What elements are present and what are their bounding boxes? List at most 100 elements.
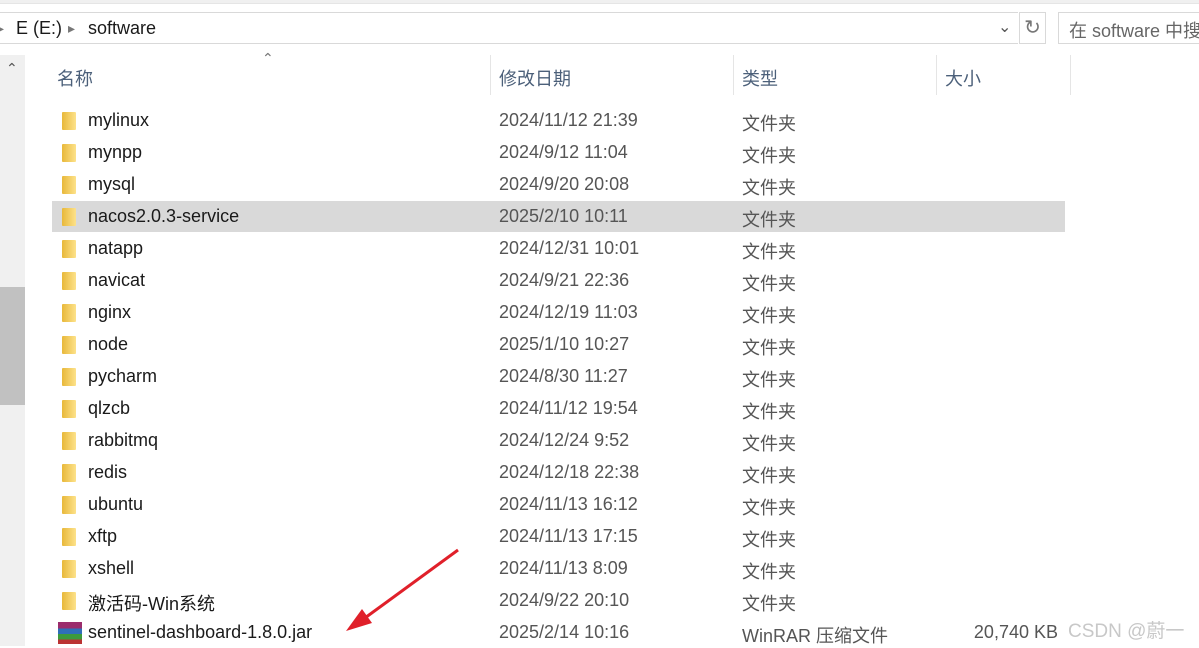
file-row[interactable]: 激活码-Win系统 2024/9/22 20:10 文件夹: [52, 585, 1065, 616]
modified-date: 2025/2/10 10:11: [499, 206, 628, 226]
file-name: sentinel-dashboard-1.8.0.jar: [88, 622, 313, 642]
file-row[interactable]: navicat 2024/9/21 22:36 文件夹: [52, 265, 1065, 296]
file-type: 文件夹: [742, 562, 796, 582]
file-row[interactable]: mylinux 2024/11/12 21:39 文件夹: [52, 105, 1065, 136]
modified-date: 2024/9/12 11:04: [499, 142, 628, 162]
column-header-date[interactable]: 修改日期: [499, 65, 571, 91]
modified-date: 2024/11/12 21:39: [499, 110, 638, 130]
folder-icon: [62, 240, 76, 258]
chevron-down-icon[interactable]: ⌄: [998, 17, 1011, 37]
modified-date: 2025/2/14 10:16: [499, 622, 630, 642]
file-name: xshell: [88, 558, 135, 578]
modified-date: 2024/12/31 10:01: [499, 238, 640, 258]
file-type: 文件夹: [742, 402, 796, 422]
refresh-button[interactable]: ↻: [1019, 12, 1046, 44]
column-divider[interactable]: [733, 55, 734, 95]
column-header-size[interactable]: 大小: [945, 65, 981, 91]
file-name: nginx: [88, 302, 132, 322]
file-name: xftp: [88, 526, 118, 546]
folder-icon: [62, 528, 76, 546]
file-type: 文件夹: [742, 242, 796, 262]
file-row[interactable]: sentinel-dashboard-1.8.0.jar 2025/2/14 1…: [52, 617, 1065, 648]
column-divider[interactable]: [1070, 55, 1071, 95]
folder-icon: [62, 432, 76, 450]
file-row[interactable]: pycharm 2024/8/30 11:27 文件夹: [52, 361, 1065, 392]
file-row[interactable]: ubuntu 2024/11/13 16:12 文件夹: [52, 489, 1065, 520]
folder-icon: [62, 304, 76, 322]
red-arrow-annotation: [346, 548, 459, 631]
file-type: 文件夹: [742, 434, 796, 454]
file-row[interactable]: node 2025/1/10 10:27 文件夹: [52, 329, 1065, 360]
file-type: 文件夹: [742, 370, 796, 390]
folder-icon: [62, 272, 76, 290]
modified-date: 2024/9/21 22:36: [499, 270, 630, 290]
file-row[interactable]: xshell 2024/11/13 8:09 文件夹: [52, 553, 1065, 584]
file-row[interactable]: natapp 2024/12/31 10:01 文件夹: [52, 233, 1065, 264]
file-row[interactable]: redis 2024/12/18 22:38 文件夹: [52, 457, 1065, 488]
file-row[interactable]: xftp 2024/11/13 17:15 文件夹: [52, 521, 1065, 552]
file-name: mynpp: [88, 142, 143, 162]
modified-date: 2024/9/20 20:08: [499, 174, 630, 194]
watermark: CSDN @蔚一: [1068, 621, 1185, 642]
file-type: 文件夹: [742, 178, 796, 198]
file-name: qlzcb: [88, 398, 131, 418]
file-name: pycharm: [88, 366, 158, 386]
file-name: natapp: [88, 238, 144, 258]
file-row[interactable]: nginx 2024/12/19 11:03 文件夹: [52, 297, 1065, 328]
folder-icon: [62, 336, 76, 354]
file-type: 文件夹: [742, 210, 796, 230]
file-type: 文件夹: [742, 530, 796, 550]
modified-date: 2025/1/10 10:27: [499, 334, 630, 354]
scrollbar-thumb[interactable]: [0, 287, 25, 405]
file-name: mylinux: [88, 110, 150, 130]
file-type: 文件夹: [742, 146, 796, 166]
folder-icon: [62, 144, 76, 162]
folder-icon: [62, 176, 76, 194]
file-type: 文件夹: [742, 274, 796, 294]
folder-icon: [62, 400, 76, 418]
file-type: 文件夹: [742, 306, 796, 326]
file-type: 文件夹: [742, 114, 796, 134]
folder-icon: [62, 112, 76, 130]
file-row[interactable]: rabbitmq 2024/12/24 9:52 文件夹: [52, 425, 1065, 456]
column-header-type[interactable]: 类型: [742, 65, 778, 91]
chevron-right-icon[interactable]: ▸: [68, 20, 75, 37]
file-row[interactable]: nacos2.0.3-service 2025/2/10 10:11 文件夹: [52, 201, 1065, 232]
file-type: 文件夹: [742, 338, 796, 358]
modified-date: 2024/12/24 9:52: [499, 430, 630, 450]
file-row[interactable]: mynpp 2024/9/12 11:04 文件夹: [52, 137, 1065, 168]
modified-date: 2024/11/13 8:09: [499, 558, 628, 578]
file-name: navicat: [88, 270, 146, 290]
file-row[interactable]: mysql 2024/9/20 20:08 文件夹: [52, 169, 1065, 200]
breadcrumb-drive[interactable]: E (E:): [16, 18, 62, 39]
file-type: WinRAR 压缩文件: [742, 626, 889, 646]
folder-icon: [62, 592, 76, 610]
search-input[interactable]: 在 software 中搜: [1058, 12, 1199, 44]
file-size: 20,740 KB: [973, 622, 1058, 642]
column-header-name[interactable]: 名称: [57, 65, 93, 91]
folder-icon: [62, 208, 76, 226]
file-type: 文件夹: [742, 498, 796, 518]
file-type: 文件夹: [742, 466, 796, 486]
scroll-up-icon[interactable]: ⌃: [6, 60, 18, 77]
modified-date: 2024/11/12 19:54: [499, 398, 638, 418]
modified-date: 2024/8/30 11:27: [499, 366, 628, 386]
breadcrumb-folder[interactable]: software: [88, 18, 156, 39]
modified-date: 2024/11/13 16:12: [499, 494, 638, 514]
modified-date: 2024/12/19 11:03: [499, 302, 638, 322]
modified-date: 2024/12/18 22:38: [499, 462, 640, 482]
column-divider[interactable]: [490, 55, 491, 95]
modified-date: 2024/11/13 17:15: [499, 526, 638, 546]
file-name: node: [88, 334, 129, 354]
modified-date: 2024/9/22 20:10: [499, 590, 630, 610]
chevron-right-icon[interactable]: ▸: [0, 20, 4, 37]
file-name: nacos2.0.3-service: [88, 206, 240, 226]
file-type: 文件夹: [742, 594, 796, 614]
file-name: redis: [88, 462, 128, 482]
folder-icon: [62, 560, 76, 578]
file-name: ubuntu: [88, 494, 144, 514]
folder-icon: [62, 496, 76, 514]
column-divider[interactable]: [936, 55, 937, 95]
file-name: rabbitmq: [88, 430, 159, 450]
file-row[interactable]: qlzcb 2024/11/12 19:54 文件夹: [52, 393, 1065, 424]
